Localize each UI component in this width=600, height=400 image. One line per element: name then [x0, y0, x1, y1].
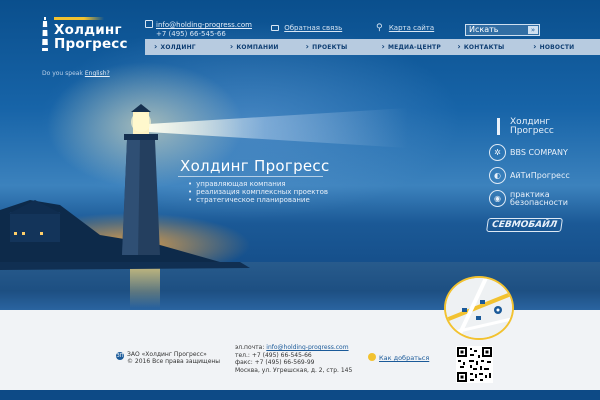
- header-email-link[interactable]: info@holding-progress.com: [156, 21, 252, 29]
- english-link[interactable]: English?: [85, 70, 110, 77]
- search-input-value: Искать: [469, 25, 499, 34]
- nav-item-holding[interactable]: ХОЛДИНГ: [145, 39, 221, 55]
- logo-line2: Прогресс: [54, 36, 128, 52]
- footer-address: Москва, ул. Угрешская, д. 2, стр. 145: [235, 366, 353, 374]
- footer-bottom-bar: [0, 390, 600, 400]
- hero-bullet: стратегическое планирование: [188, 196, 328, 204]
- nav-item-media-center[interactable]: МЕДИА-ЦЕНТР: [372, 39, 448, 55]
- lighthouse-logo-icon[interactable]: [40, 17, 50, 51]
- nav-item-news[interactable]: НОВОСТИ: [524, 39, 600, 55]
- how-to-get-label: Как добраться: [379, 354, 430, 362]
- sitemap-link[interactable]: ⚲ Карта сайта: [376, 23, 434, 33]
- footer-contacts: эл.почта: info@holding-progress.com тел.…: [235, 344, 352, 374]
- logo-text[interactable]: Холдинг Прогресс: [54, 23, 128, 51]
- sitemap-label: Карта сайта: [388, 24, 435, 32]
- feedback-link[interactable]: Обратная связь: [271, 24, 342, 32]
- hero-bullet: реализация комплексных проектов: [188, 188, 328, 196]
- search-input[interactable]: Искать »: [465, 24, 540, 36]
- header-contacts: info@holding-progress.com +7 (495) 66-54…: [145, 20, 252, 39]
- directions-icon: [368, 353, 376, 361]
- itprogress-icon: ◐: [489, 167, 506, 184]
- email-label: эл.почта:: [235, 344, 265, 351]
- hero-divider: [178, 176, 323, 177]
- phone-icon: [145, 20, 153, 28]
- hero-bullets: управляющая компания реализация комплекс…: [188, 180, 328, 204]
- language-prompt: Do you speak English?: [42, 70, 110, 77]
- logo-line1: Холдинг: [54, 22, 122, 38]
- feedback-label: Обратная связь: [284, 24, 343, 32]
- security-practice-icon: ◉: [489, 190, 506, 207]
- hero-bullet: управляющая компания: [188, 180, 328, 188]
- partner-security-practice[interactable]: ◉ практика безопасности: [489, 190, 568, 207]
- footer-email-link[interactable]: info@holding-progress.com: [266, 344, 348, 351]
- envelope-icon: [271, 25, 279, 31]
- partner-bbs-company[interactable]: ✲ BBS COMPANY: [489, 144, 568, 161]
- partner-security-line2: безопасности: [510, 197, 568, 207]
- company-name: ЗАО «Холдинг Прогресс»: [127, 351, 207, 358]
- partner-itprogress[interactable]: ◐ АйТиПрогресс: [489, 167, 570, 184]
- partner-itprogress-label: АйТиПрогресс: [510, 171, 570, 180]
- language-prompt-text: Do you speak: [42, 70, 83, 77]
- how-to-get-link[interactable]: Как добраться: [368, 353, 429, 362]
- partner-lighthouse-icon: [497, 118, 500, 135]
- partner-sevmobile-label: СЕВМОБАЙЛ: [486, 218, 564, 232]
- main-nav: ХОЛДИНГ КОМПАНИИ ПРОЕКТЫ МЕДИА-ЦЕНТР КОН…: [145, 39, 600, 55]
- partner-bbs-label: BBS COMPANY: [510, 148, 568, 157]
- map-thumbnail[interactable]: [444, 276, 514, 340]
- bbs-globe-icon: ✲: [489, 144, 506, 161]
- copyright-block: ЗП ЗАО «Холдинг Прогресс» © 2016 Все пра…: [116, 351, 220, 365]
- copyright-text: © 2016 Все права защищены: [127, 358, 221, 365]
- footer-fax: факс: +7 (495) 66-569-99: [235, 359, 315, 366]
- footer-phone: тел.: +7 (495) 66-545-66: [235, 351, 312, 359]
- partner-sevmobile[interactable]: СЕВМОБАЙЛ: [486, 218, 564, 232]
- hero-title: Холдинг Прогресс: [180, 157, 330, 175]
- company-badge-icon: ЗП: [116, 352, 124, 360]
- logo-accent-stripe: [54, 17, 104, 20]
- nav-item-companies[interactable]: КОМПАНИИ: [221, 39, 297, 55]
- search-submit-icon[interactable]: »: [528, 26, 538, 34]
- header-phone: +7 (495) 66-545-66: [156, 30, 226, 38]
- partner-holding-progress[interactable]: Холдинг Прогресс: [497, 118, 554, 136]
- nav-item-contacts[interactable]: КОНТАКТЫ: [448, 39, 524, 55]
- qr-code-icon: [456, 346, 493, 383]
- partner-logo-line2: Прогресс: [510, 126, 554, 136]
- nav-item-projects[interactable]: ПРОЕКТЫ: [297, 39, 373, 55]
- sitemap-icon: ⚲: [376, 23, 383, 33]
